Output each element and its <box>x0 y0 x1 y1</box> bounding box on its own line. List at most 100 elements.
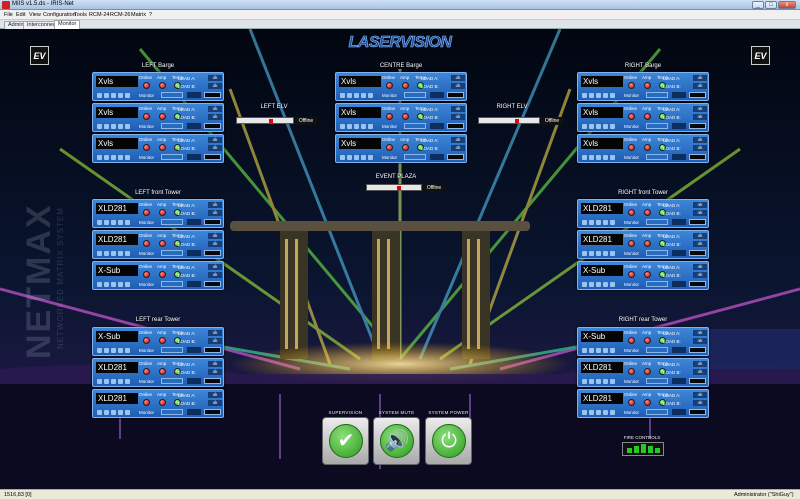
channel-toggle[interactable] <box>118 410 123 415</box>
channel-toggle[interactable] <box>111 93 116 98</box>
channel-toggle[interactable] <box>111 220 116 225</box>
channel-toggle[interactable] <box>582 93 587 98</box>
channel-toggle[interactable] <box>596 251 601 256</box>
channel-toggle[interactable] <box>361 93 366 98</box>
channel-toggle[interactable] <box>347 124 352 129</box>
monitor-control[interactable] <box>646 92 668 98</box>
device-panel[interactable]: XLD281 Online Amp Temp LOAD A: LOAD B: ok ok Mon… <box>577 358 709 387</box>
device-panel[interactable]: XLD281 Online Amp Temp LOAD A: LOAD B: ok ok Mon… <box>92 358 224 387</box>
channel-toggle[interactable] <box>610 379 615 384</box>
channel-toggle[interactable] <box>596 220 601 225</box>
channel-toggle[interactable] <box>603 348 608 353</box>
channel-toggle[interactable] <box>125 93 130 98</box>
channel-toggle[interactable] <box>596 348 601 353</box>
channel-toggle[interactable] <box>118 220 123 225</box>
device-panel[interactable]: XLD281 Online Amp Temp LOAD A: LOAD B: ok ok Mon… <box>577 199 709 228</box>
channel-toggle[interactable] <box>118 379 123 384</box>
menu-tools[interactable]: Tools <box>74 12 87 18</box>
channel-toggle[interactable] <box>589 348 594 353</box>
channel-toggle[interactable] <box>603 124 608 129</box>
channel-toggle[interactable] <box>125 155 130 160</box>
device-panel[interactable]: XLD281 Online Amp Temp LOAD A: LOAD B: ok ok Mon… <box>92 389 224 418</box>
channel-toggle[interactable] <box>111 410 116 415</box>
channel-toggle[interactable] <box>104 410 109 415</box>
device-panel[interactable]: X-Sub Online Amp Temp LOAD A: LOAD B: ok ok Moni… <box>92 261 224 290</box>
monitor-control[interactable] <box>161 347 183 353</box>
monitor-control[interactable] <box>161 409 183 415</box>
channel-toggle[interactable] <box>610 282 615 287</box>
device-panel[interactable]: Xvls Online Amp Temp LOAD A: LOAD B: ok ok Monit… <box>577 134 709 163</box>
channel-toggle[interactable] <box>104 93 109 98</box>
channel-toggle[interactable] <box>610 220 615 225</box>
channel-toggle[interactable] <box>104 379 109 384</box>
channel-toggle[interactable] <box>582 124 587 129</box>
channel-toggle[interactable] <box>596 410 601 415</box>
monitor-control[interactable] <box>161 378 183 384</box>
channel-toggle[interactable] <box>111 155 116 160</box>
channel-toggle[interactable] <box>610 251 615 256</box>
channel-toggle[interactable] <box>118 124 123 129</box>
channel-toggle[interactable] <box>361 155 366 160</box>
monitor-control[interactable] <box>646 347 668 353</box>
channel-toggle[interactable] <box>589 93 594 98</box>
menu-rcm26[interactable]: RCM-26 <box>110 12 130 18</box>
channel-toggle[interactable] <box>118 251 123 256</box>
channel-toggle[interactable] <box>111 251 116 256</box>
device-panel[interactable]: Xvls Online Amp Temp LOAD A: LOAD B: ok ok Monit… <box>92 103 224 132</box>
minimize-button[interactable]: _ <box>752 1 764 9</box>
channel-toggle[interactable] <box>596 379 601 384</box>
channel-toggle[interactable] <box>97 155 102 160</box>
monitor-control[interactable] <box>646 154 668 160</box>
menu-view[interactable]: View <box>29 12 41 18</box>
channel-toggle[interactable] <box>104 282 109 287</box>
channel-toggle[interactable] <box>97 93 102 98</box>
channel-toggle[interactable] <box>111 124 116 129</box>
fire-controls-widget[interactable] <box>622 442 664 456</box>
channel-toggle[interactable] <box>125 282 130 287</box>
channel-toggle[interactable] <box>125 220 130 225</box>
channel-toggle[interactable] <box>104 251 109 256</box>
monitor-control[interactable] <box>646 378 668 384</box>
channel-toggle[interactable] <box>589 155 594 160</box>
channel-toggle[interactable] <box>361 124 366 129</box>
device-panel[interactable]: Xvls Online Amp Temp LOAD A: LOAD B: ok ok Monit… <box>577 103 709 132</box>
channel-toggle[interactable] <box>582 251 587 256</box>
channel-toggle[interactable] <box>125 348 130 353</box>
channel-toggle[interactable] <box>582 410 587 415</box>
channel-toggle[interactable] <box>589 251 594 256</box>
device-panel[interactable]: XLD281 Online Amp Temp LOAD A: LOAD B: ok ok Mon… <box>92 199 224 228</box>
channel-toggle[interactable] <box>603 251 608 256</box>
channel-toggle[interactable] <box>368 155 373 160</box>
channel-toggle[interactable] <box>111 379 116 384</box>
channel-toggle[interactable] <box>97 282 102 287</box>
menu-configuration[interactable]: Configuration <box>43 12 76 18</box>
channel-toggle[interactable] <box>582 220 587 225</box>
channel-toggle[interactable] <box>589 379 594 384</box>
channel-toggle[interactable] <box>589 410 594 415</box>
channel-toggle[interactable] <box>340 93 345 98</box>
channel-toggle[interactable] <box>97 220 102 225</box>
device-panel[interactable]: Xvls Online Amp Temp LOAD A: LOAD B: ok ok Monit… <box>335 103 467 132</box>
channel-toggle[interactable] <box>125 124 130 129</box>
channel-toggle[interactable] <box>582 348 587 353</box>
monitor-control[interactable] <box>404 92 426 98</box>
monitor-control[interactable] <box>646 219 668 225</box>
monitor-control[interactable] <box>646 281 668 287</box>
monitor-control[interactable] <box>161 281 183 287</box>
channel-toggle[interactable] <box>104 220 109 225</box>
monitor-control[interactable] <box>646 409 668 415</box>
menu-rcm24[interactable]: RCM-24 <box>89 12 109 18</box>
channel-toggle[interactable] <box>603 282 608 287</box>
channel-toggle[interactable] <box>354 155 359 160</box>
channel-toggle[interactable] <box>347 155 352 160</box>
channel-toggle[interactable] <box>104 348 109 353</box>
channel-toggle[interactable] <box>582 155 587 160</box>
device-panel[interactable]: XLD281 Online Amp Temp LOAD A: LOAD B: ok ok Mon… <box>92 230 224 259</box>
channel-toggle[interactable] <box>589 220 594 225</box>
menu-matrix[interactable]: Matrix <box>131 12 146 18</box>
channel-toggle[interactable] <box>354 93 359 98</box>
monitor-control[interactable] <box>404 123 426 129</box>
channel-toggle[interactable] <box>97 124 102 129</box>
menu-help[interactable]: ? <box>149 12 152 18</box>
menu-file[interactable]: File <box>4 12 13 18</box>
